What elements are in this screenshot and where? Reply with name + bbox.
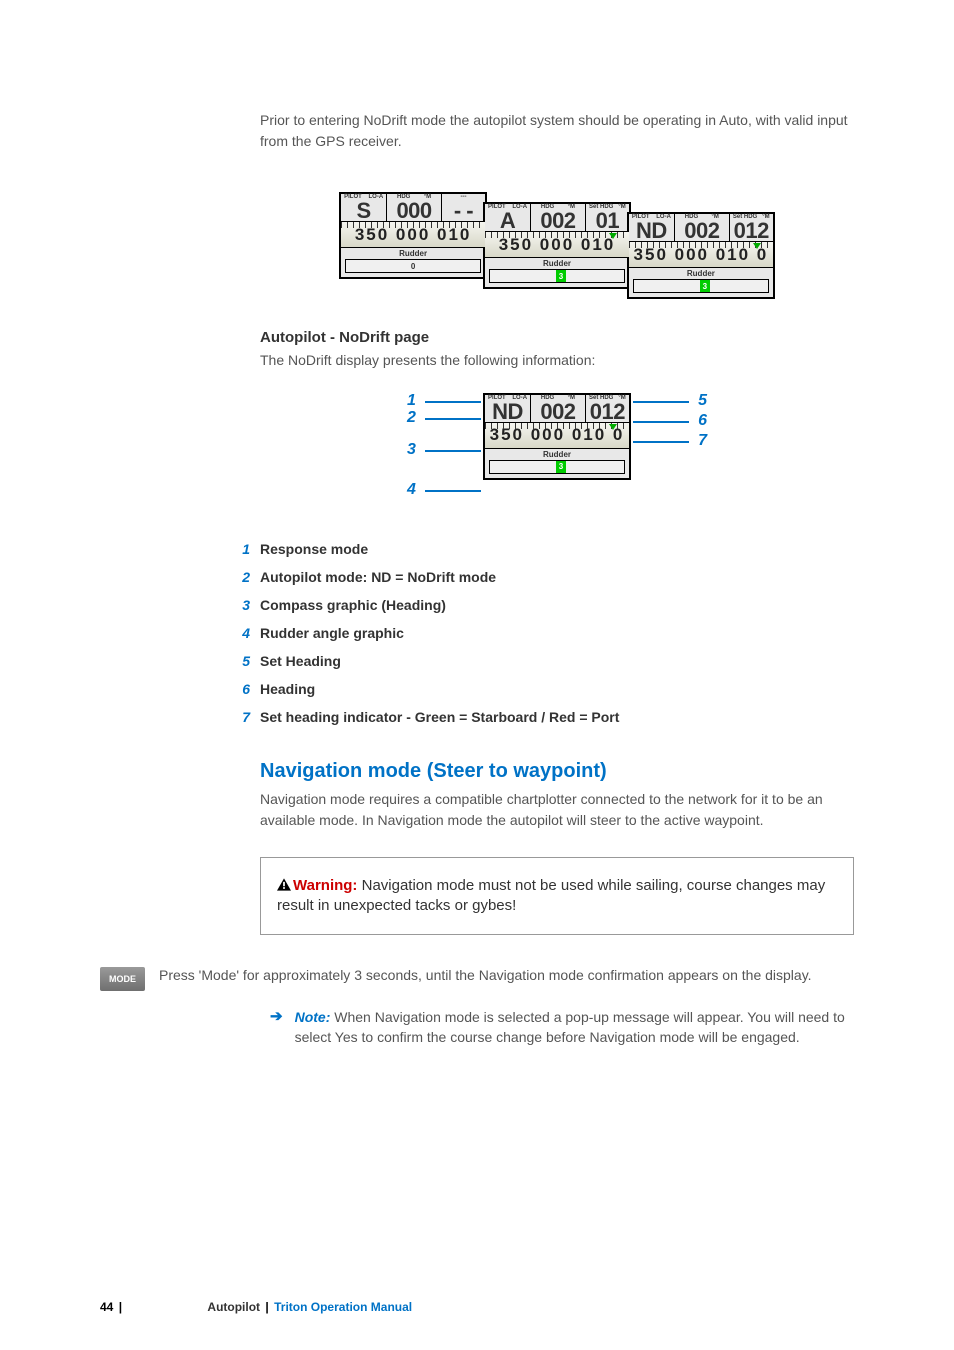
sethdg-indicator-icon — [753, 243, 761, 249]
page-number: 44 — [100, 1300, 113, 1314]
legend-text: Autopilot mode: ND = NoDrift mode — [260, 569, 496, 585]
compass-strip: 350 000 010 — [485, 232, 629, 258]
chapter-name: Autopilot — [207, 1300, 260, 1314]
section-title: Autopilot - NoDrift page — [260, 329, 854, 346]
legend-text: Set heading indicator - Green = Starboar… — [260, 709, 619, 725]
set-value: 012 — [587, 402, 628, 422]
warning-label: Warning: — [293, 877, 357, 894]
rudder-bar: 3 — [489, 269, 625, 283]
display-panel-standby: PILOT LO-A S HDG °M 000 --- - - 350 000 … — [339, 192, 487, 279]
legend-row: 2Autopilot mode: ND = NoDrift mode — [120, 569, 854, 585]
display-panel-annotated: PILOT LO-A ND HDG °M 002 Set HDG °M 012 … — [483, 393, 631, 480]
compass-strip: 350 000 010 0 — [485, 423, 629, 449]
section-subtitle: The NoDrift display presents the followi… — [260, 351, 854, 371]
display-panel-nodrift: PILOT LO-A ND HDG °M 002 Set HDG °M 012 … — [627, 212, 775, 299]
sethdg-indicator-icon — [609, 424, 617, 430]
legend-num: 7 — [120, 709, 260, 725]
rudder-value: 3 — [556, 461, 566, 473]
mode-value: ND — [630, 221, 673, 241]
note-block: ➔ Note: When Navigation mode is selected… — [270, 1007, 854, 1048]
rudder-label: Rudder — [341, 248, 485, 259]
set-value: 01 — [587, 211, 628, 231]
book-title: Triton Operation Manual — [274, 1300, 412, 1314]
rudder-label: Rudder — [485, 258, 629, 269]
footer-separator: | — [265, 1300, 268, 1314]
warning-box: Warning: Navigation mode must not be use… — [260, 857, 854, 936]
callout-3: 3 — [407, 441, 416, 459]
footer-separator: | — [119, 1300, 122, 1314]
hdg-value: 000 — [388, 201, 440, 221]
nav-mode-text: Navigation mode requires a compatible ch… — [260, 789, 854, 831]
legend-num: 5 — [120, 653, 260, 669]
legend-row: 4Rudder angle graphic — [120, 625, 854, 641]
mode-value: S — [342, 201, 385, 221]
callout-2: 2 — [407, 409, 416, 427]
legend-row: 3Compass graphic (Heading) — [120, 597, 854, 613]
legend-row: 7Set heading indicator - Green = Starboa… — [120, 709, 854, 725]
note-label: Note: — [295, 1009, 331, 1025]
hdg-value: 002 — [676, 221, 728, 241]
rudder-bar: 3 — [633, 279, 769, 293]
mode-instruction-text: Press 'Mode' for approximately 3 seconds… — [159, 965, 854, 991]
callout-6: 6 — [698, 412, 707, 430]
arrow-right-icon: ➔ — [270, 1007, 283, 1048]
legend-num: 3 — [120, 597, 260, 613]
callout-4: 4 — [407, 481, 416, 499]
warning-text: Navigation mode must not be used while s… — [277, 877, 825, 914]
sethdg-indicator-icon — [609, 233, 617, 239]
rudder-value: 3 — [556, 270, 566, 282]
callout-1: 1 — [407, 392, 416, 410]
compass-strip: 350 000 010 0 — [629, 242, 773, 268]
rudder-value: 3 — [700, 280, 710, 292]
set-value: 012 — [731, 221, 772, 241]
warning-icon — [277, 878, 291, 891]
rudder-label: Rudder — [485, 449, 629, 460]
legend-text: Set Heading — [260, 653, 341, 669]
hdg-value: 002 — [532, 402, 584, 422]
rudder-value: 0 — [410, 260, 416, 272]
display-panel-auto: PILOT LO-A A HDG °M 002 Set HDG °M 01 35… — [483, 202, 631, 289]
note-text: When Navigation mode is selected a pop-u… — [295, 1009, 845, 1045]
nav-mode-heading: Navigation mode (Steer to waypoint) — [260, 760, 854, 783]
legend-text: Rudder angle graphic — [260, 625, 404, 641]
rudder-bar: 3 — [489, 460, 625, 474]
legend-num: 4 — [120, 625, 260, 641]
legend-text: Compass graphic (Heading) — [260, 597, 446, 613]
compass-strip: 350 000 010 — [341, 222, 485, 248]
right-value: - - — [443, 201, 484, 221]
legend-list: 1Response mode 2Autopilot mode: ND = NoD… — [120, 541, 854, 725]
legend-num: 6 — [120, 681, 260, 697]
intro-text: Prior to entering NoDrift mode the autop… — [260, 110, 854, 152]
mode-key-icon: MODE — [100, 967, 145, 991]
callout-5: 5 — [698, 392, 707, 410]
callout-7: 7 — [698, 432, 707, 450]
legend-row: 5Set Heading — [120, 653, 854, 669]
mode-value: A — [486, 211, 529, 231]
rudder-label: Rudder — [629, 268, 773, 279]
unit-label: °M — [618, 204, 625, 210]
legend-num: 2 — [120, 569, 260, 585]
mode-sequence-figure: PILOT LO-A S HDG °M 000 --- - - 350 000 … — [260, 192, 854, 299]
mode-value: ND — [486, 402, 529, 422]
hdg-value: 002 — [532, 211, 584, 231]
rudder-bar: 0 — [345, 259, 481, 273]
legend-text: Response mode — [260, 541, 368, 557]
legend-row: 6Heading — [120, 681, 854, 697]
page-footer: 44 | Autopilot | Triton Operation Manual — [100, 1300, 412, 1314]
legend-num: 1 — [120, 541, 260, 557]
legend-row: 1Response mode — [120, 541, 854, 557]
annotated-figure: 1 2 3 4 5 6 7 PILOT LO-A ND HDG °M 002 — [407, 391, 707, 511]
legend-text: Heading — [260, 681, 315, 697]
